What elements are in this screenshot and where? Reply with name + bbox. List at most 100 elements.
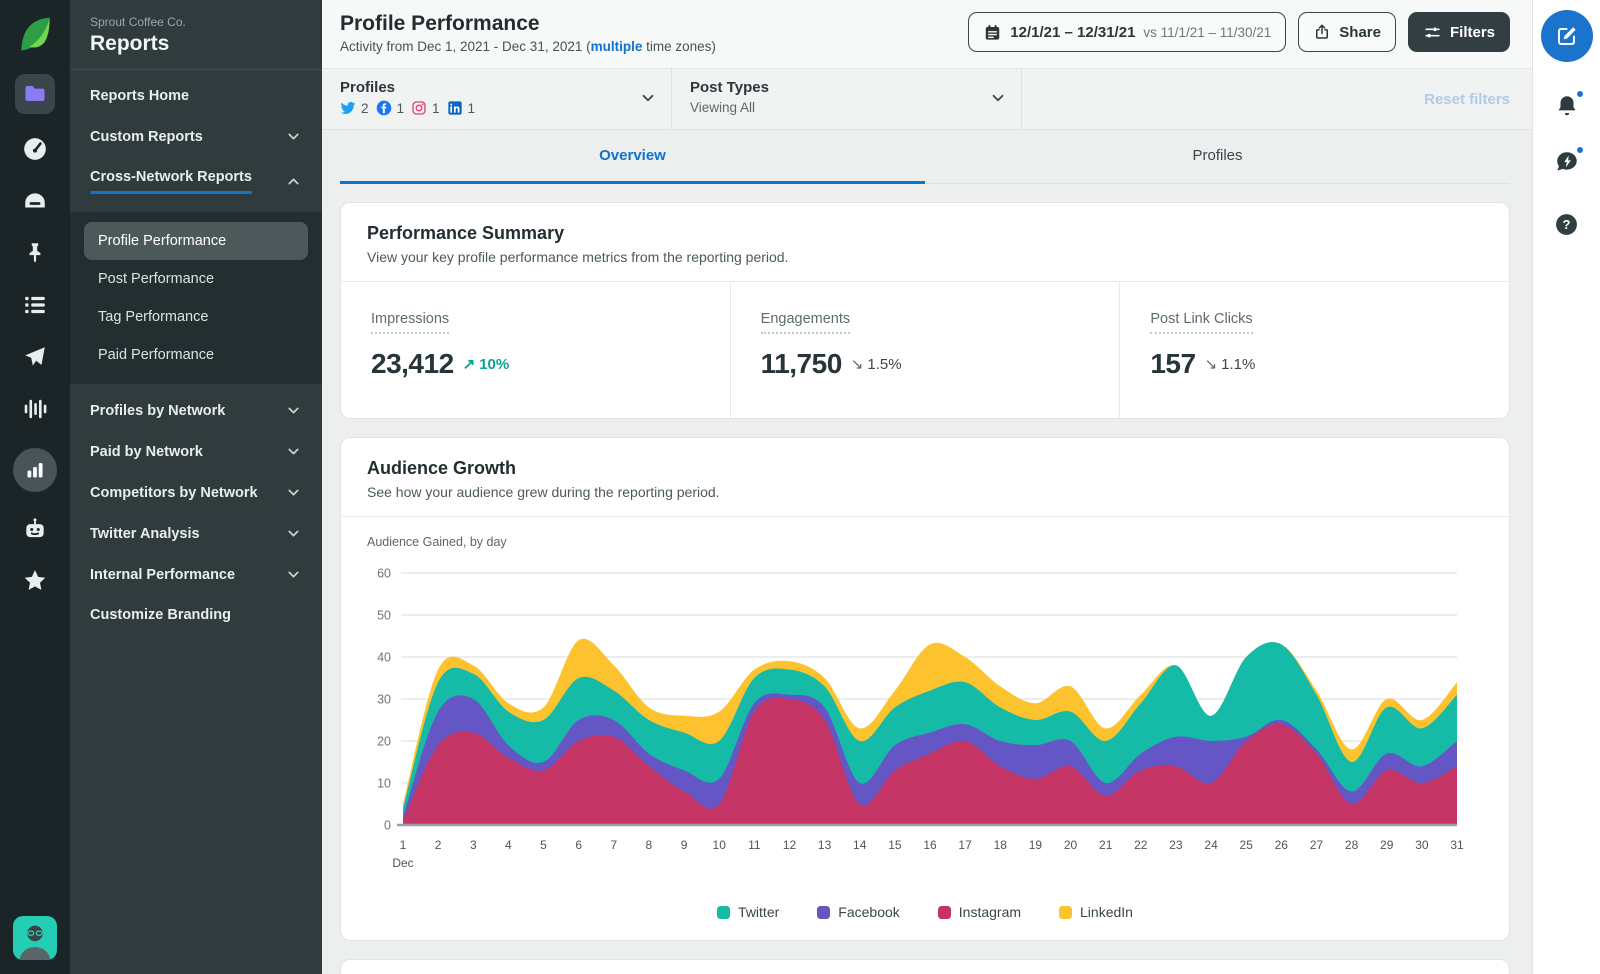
legend-facebook[interactable]: Facebook <box>817 904 900 920</box>
reports-folder-icon[interactable] <box>15 74 55 114</box>
multiple-time-zones-link[interactable]: multiple <box>591 39 643 54</box>
legend-twitter[interactable]: Twitter <box>717 904 779 920</box>
sidebar-subitem-profile-performance[interactable]: Profile Performance <box>84 222 308 260</box>
share-button[interactable]: Share <box>1298 12 1396 52</box>
tab-profiles[interactable]: Profiles <box>925 130 1510 184</box>
filter-bar-spacer <box>1022 69 1424 129</box>
bot-icon[interactable] <box>22 516 48 542</box>
profile-count-facebook: 1 <box>376 100 404 116</box>
performance-summary-card: Performance Summary View your key profil… <box>340 202 1510 419</box>
sidebar-item-paid-by-network[interactable]: Paid by Network <box>70 431 322 472</box>
sidebar-item-customize-branding[interactable]: Customize Branding <box>70 595 322 635</box>
sidebar-item-label: Customize Branding <box>90 607 231 623</box>
svg-text:27: 27 <box>1310 838 1324 852</box>
profiles-network-counts: 2 1 1 1 <box>340 100 631 116</box>
sidebar-item-competitors-by-network[interactable]: Competitors by Network <box>70 472 322 513</box>
performance-summary-title: Performance Summary <box>367 223 565 243</box>
metric-label[interactable]: Post Link Clicks <box>1150 311 1253 334</box>
profiles-filter[interactable]: Profiles 2 1 1 1 <box>322 69 672 129</box>
report-content: Performance Summary View your key profil… <box>322 184 1532 974</box>
sidebar-item-cross-network-reports[interactable]: Cross-Network Reports <box>70 157 322 206</box>
svg-text:26: 26 <box>1275 838 1289 852</box>
sidebar-item-label: Reports Home <box>90 88 190 104</box>
profile-count-linkedin: 1 <box>447 100 475 116</box>
sidebar-item-label: Paid by Network <box>90 443 203 460</box>
pin-icon[interactable] <box>22 240 48 266</box>
svg-text:25: 25 <box>1240 838 1254 852</box>
reports-sidebar: Sprout Coffee Co. Reports Reports Home Cu… <box>70 0 322 974</box>
sidebar-item-profiles-by-network[interactable]: Profiles by Network <box>70 390 322 431</box>
sidebar-item-twitter-analysis[interactable]: Twitter Analysis <box>70 513 322 554</box>
sidebar-subitem-paid-performance[interactable]: Paid Performance <box>84 336 308 374</box>
trend-down-arrow-icon: ↘ <box>1204 356 1218 373</box>
post-types-filter-label: Post Types <box>690 79 769 96</box>
svg-text:5: 5 <box>540 838 547 852</box>
inbox-icon[interactable] <box>22 188 48 214</box>
queue-list-icon[interactable] <box>22 292 48 318</box>
svg-text:9: 9 <box>681 838 688 852</box>
sidebar-item-internal-performance[interactable]: Internal Performance <box>70 554 322 595</box>
metric-label[interactable]: Impressions <box>371 311 450 334</box>
filters-button[interactable]: Filters <box>1407 12 1510 52</box>
tab-overview[interactable]: Overview <box>340 130 925 184</box>
page-header: Profile Performance Activity from Dec 1,… <box>322 0 1532 68</box>
chevron-down-icon <box>285 128 302 145</box>
message-bolt-icon[interactable] <box>1553 145 1585 176</box>
chevron-down-icon <box>285 443 302 460</box>
sprout-logo-icon[interactable] <box>13 12 57 56</box>
sidebar-title: Reports <box>90 32 170 55</box>
sidebar-item-reports-home[interactable]: Reports Home <box>70 76 322 116</box>
compose-button[interactable] <box>1540 10 1593 62</box>
dashboard-gauge-icon[interactable] <box>22 136 48 162</box>
sidebar-item-label: Internal Performance <box>90 566 236 583</box>
network-count: 2 <box>361 100 369 116</box>
profiles-filter-label: Profiles <box>340 79 396 96</box>
sidebar-item-custom-reports[interactable]: Custom Reports <box>70 116 322 157</box>
svg-text:16: 16 <box>923 838 937 852</box>
calendar-icon <box>983 23 1002 42</box>
report-tabs: Overview Profiles <box>340 130 1510 184</box>
legend-label: Instagram <box>958 904 1022 920</box>
help-icon[interactable]: ? <box>1553 210 1581 238</box>
notifications-bell-icon[interactable] <box>1553 89 1585 120</box>
metric-label[interactable]: Engagements <box>760 311 851 334</box>
post-types-filter[interactable]: Post Types Viewing All <box>672 69 1022 129</box>
sidebar-item-label: Profiles by Network <box>90 402 226 419</box>
legend-linkedin[interactable]: LinkedIn <box>1059 904 1133 920</box>
svg-text:3: 3 <box>470 838 477 852</box>
paper-plane-icon[interactable] <box>22 344 48 370</box>
sidebar-item-label: Twitter Analysis <box>90 525 200 542</box>
metric-value: 11,750 <box>760 348 843 379</box>
svg-text:31: 31 <box>1450 838 1464 852</box>
sidebar-item-label: Cross-Network Reports <box>90 169 252 194</box>
legend-label: LinkedIn <box>1080 904 1133 920</box>
sidebar-subnav: Profile Performance Post Performance Tag P… <box>70 212 322 384</box>
sidebar-subitem-tag-performance[interactable]: Tag Performance <box>84 298 308 336</box>
app-root: Sprout Coffee Co. Reports Reports Home Cu… <box>0 0 1600 974</box>
audience-growth-card: Audience Growth See how your audience gr… <box>340 437 1510 941</box>
metric-value: 157 <box>1150 348 1196 379</box>
share-label: Share <box>1339 23 1381 41</box>
reset-filters-link[interactable]: Reset filters <box>1424 91 1510 108</box>
date-range-button[interactable]: 12/1/21 – 12/31/21 vs 11/1/21 – 11/30/21 <box>968 12 1287 52</box>
legend-swatch-icon <box>817 905 831 919</box>
subtitle-prefix: Activity from Dec 1, 2021 - Dec 31, 2021… <box>340 39 591 54</box>
svg-text:0: 0 <box>384 819 391 833</box>
audio-wave-icon[interactable] <box>22 396 48 422</box>
bar-chart-reports-icon[interactable] <box>13 448 57 492</box>
chart-body: Audience Gained, by day 0 10 20 30 40 50 60 12… <box>341 517 1509 940</box>
filter-bar: Profiles 2 1 1 1 Post Types Viewing All Res… <box>322 68 1532 130</box>
star-icon[interactable] <box>22 568 48 594</box>
svg-text:4: 4 <box>505 838 512 852</box>
metric-change: ↗ 10% <box>462 355 510 374</box>
legend-swatch-icon <box>1059 905 1073 919</box>
sidebar-subitem-post-performance[interactable]: Post Performance <box>84 260 308 298</box>
metric-post-link-clicks: Post Link Clicks 157 ↘ 1.1% <box>1119 282 1509 418</box>
trend-down-arrow-icon: ↘ <box>850 356 864 373</box>
header-actions: 12/1/21 – 12/31/21 vs 11/1/21 – 11/30/21… <box>968 12 1510 68</box>
legend-instagram[interactable]: Instagram <box>937 904 1022 920</box>
user-avatar[interactable] <box>13 916 57 960</box>
date-range-label: 12/1/21 – 12/31/21 <box>1010 23 1136 41</box>
svg-text:20: 20 <box>1064 838 1078 852</box>
sidebar-nav-top: Reports Home Custom Reports Cross-Network… <box>70 70 322 212</box>
